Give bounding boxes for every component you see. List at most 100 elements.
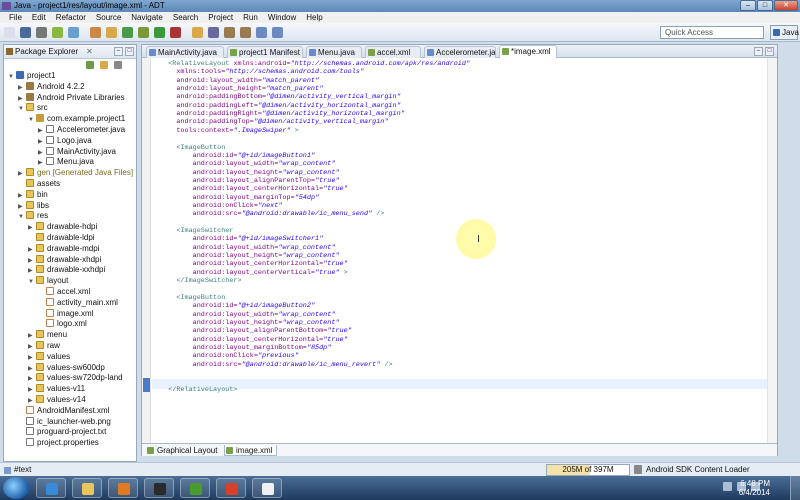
save-icon[interactable] bbox=[20, 27, 31, 38]
expand-toggle-icon[interactable]: ▶ bbox=[38, 126, 46, 136]
expand-toggle-icon[interactable]: ▶ bbox=[18, 83, 26, 93]
tree-item[interactable]: ▶ drawable-hdpi bbox=[28, 222, 97, 232]
tree-item[interactable]: drawable-ldpi bbox=[28, 233, 95, 243]
expand-toggle-icon[interactable]: ▶ bbox=[28, 245, 36, 255]
expand-toggle-icon[interactable]: ▶ bbox=[18, 202, 26, 212]
forward-icon[interactable] bbox=[272, 27, 283, 38]
close-view-icon[interactable]: ✕ bbox=[86, 47, 93, 56]
editor-tab[interactable]: *image.xml bbox=[499, 45, 557, 58]
expand-toggle-icon[interactable]: ▶ bbox=[28, 223, 36, 233]
tree-item[interactable]: ▶ gen [Generated Java Files] bbox=[18, 168, 133, 178]
debug-icon[interactable] bbox=[138, 27, 149, 38]
expand-toggle-icon[interactable]: ▶ bbox=[28, 374, 36, 384]
menu-run[interactable]: Run bbox=[238, 12, 263, 23]
run-icon[interactable] bbox=[154, 27, 165, 38]
tree-item[interactable]: ▶ MainActivity.java bbox=[38, 146, 116, 157]
taskbar-app-button[interactable] bbox=[36, 478, 66, 498]
expand-toggle-icon[interactable]: ▼ bbox=[28, 277, 36, 287]
tree-item[interactable]: ▶ values-sw600dp bbox=[28, 362, 105, 374]
tree-item[interactable]: ▶ menu bbox=[28, 330, 67, 340]
garbage-collect-icon[interactable] bbox=[634, 465, 642, 474]
tree-item[interactable]: ic_launcher-web.png bbox=[18, 416, 111, 427]
tree-item[interactable]: ▶ values bbox=[28, 351, 70, 362]
tree-item[interactable]: ▼ project1 bbox=[8, 71, 55, 81]
expand-toggle-icon[interactable]: ▶ bbox=[28, 364, 36, 374]
tree-item[interactable]: ▼ res bbox=[18, 211, 48, 221]
tree-item[interactable]: ▼ layout bbox=[28, 276, 68, 286]
tree-item[interactable]: accel.xml bbox=[38, 287, 90, 297]
xml-code-view[interactable]: <RelativeLayout xmlns:android="http://sc… bbox=[160, 60, 760, 445]
tree-item[interactable]: ▶ values-sw720dp-land bbox=[28, 373, 123, 383]
menu-navigate[interactable]: Navigate bbox=[126, 12, 168, 23]
tab-xml-source[interactable]: image.xml bbox=[224, 445, 278, 456]
new-class-icon[interactable] bbox=[122, 27, 133, 38]
minimize-button[interactable]: – bbox=[740, 0, 756, 11]
tree-item[interactable]: ▶ values-v14 bbox=[28, 395, 86, 405]
tree-item[interactable]: AndroidManifest.xml bbox=[18, 405, 109, 416]
expand-toggle-icon[interactable]: ▶ bbox=[28, 385, 36, 395]
tree-item[interactable]: ▶ Menu.java bbox=[38, 157, 94, 167]
editor-tab[interactable]: MainActivity.java bbox=[146, 46, 224, 58]
collapse-all-icon[interactable] bbox=[86, 61, 94, 69]
close-button[interactable]: ✕ bbox=[774, 0, 798, 11]
tray-flag-icon[interactable] bbox=[723, 482, 732, 491]
menu-source[interactable]: Source bbox=[91, 12, 126, 23]
editor-tab[interactable]: accel.xml bbox=[365, 46, 421, 58]
tree-item[interactable]: assets bbox=[18, 179, 60, 189]
menu-help[interactable]: Help bbox=[301, 12, 327, 23]
tree-item[interactable]: activity_main.xml bbox=[38, 297, 118, 308]
expand-toggle-icon[interactable]: ▶ bbox=[28, 331, 36, 341]
editor-tab[interactable]: Accelerometer.java bbox=[424, 46, 496, 58]
expand-toggle-icon[interactable]: ▶ bbox=[38, 137, 46, 147]
taskbar-app-button[interactable] bbox=[216, 478, 246, 498]
tree-item[interactable]: ▶ Accelerometer.java bbox=[38, 125, 125, 135]
expand-toggle-icon[interactable]: ▶ bbox=[28, 266, 36, 276]
tree-item[interactable]: ▶ drawable-mdpi bbox=[28, 243, 99, 255]
taskbar-app-button[interactable] bbox=[72, 478, 102, 498]
avd-icon[interactable] bbox=[68, 27, 79, 38]
tree-item[interactable]: proguard-project.txt bbox=[18, 427, 106, 437]
java-perspective-button[interactable]: Java bbox=[770, 25, 799, 40]
expand-toggle-icon[interactable]: ▶ bbox=[18, 191, 26, 201]
taskbar-app-button[interactable] bbox=[180, 478, 210, 498]
tree-item[interactable]: ▶ bin bbox=[18, 189, 48, 201]
open-type-icon[interactable] bbox=[192, 27, 203, 38]
heap-status[interactable]: 205M of 397M bbox=[546, 464, 630, 476]
taskbar-app-button[interactable] bbox=[252, 478, 282, 498]
maximize-view-button[interactable]: □ bbox=[125, 47, 134, 56]
view-menu-icon[interactable] bbox=[114, 61, 122, 69]
editor-tab[interactable]: Menu.java bbox=[306, 46, 362, 58]
minimize-editor-button[interactable]: – bbox=[754, 47, 763, 56]
tree-item[interactable]: logo.xml bbox=[38, 319, 87, 329]
maximize-button[interactable]: □ bbox=[757, 0, 773, 11]
taskbar-clock[interactable]: 6:48 PM 6/4/2014 bbox=[739, 479, 770, 497]
taskbar-app-button[interactable] bbox=[144, 478, 174, 498]
search-icon[interactable] bbox=[208, 27, 219, 38]
show-desktop-button[interactable] bbox=[790, 476, 800, 500]
new-icon[interactable] bbox=[4, 27, 15, 38]
link-editor-icon[interactable] bbox=[100, 61, 108, 69]
lint-icon[interactable] bbox=[90, 27, 101, 38]
expand-toggle-icon[interactable]: ▶ bbox=[38, 158, 46, 168]
next-annotation-icon[interactable] bbox=[224, 27, 235, 38]
maximize-editor-button[interactable]: □ bbox=[765, 47, 774, 56]
quick-access-input[interactable]: Quick Access bbox=[660, 26, 764, 39]
tree-item[interactable]: project.properties bbox=[18, 438, 99, 448]
menu-edit[interactable]: Edit bbox=[27, 12, 51, 23]
start-button[interactable] bbox=[3, 477, 29, 499]
tree-item[interactable]: ▶ drawable-xhdpi bbox=[28, 254, 101, 266]
tree-item[interactable]: ▶ Logo.java bbox=[38, 135, 92, 147]
menu-search[interactable]: Search bbox=[168, 12, 203, 23]
tab-graphical-layout[interactable]: Graphical Layout bbox=[146, 445, 217, 456]
tree-item[interactable]: ▶ drawable-xxhdpi bbox=[28, 265, 105, 275]
menu-window[interactable]: Window bbox=[263, 12, 301, 23]
minimize-view-button[interactable]: – bbox=[114, 47, 123, 56]
new-project-icon[interactable] bbox=[106, 27, 117, 38]
expand-toggle-icon[interactable]: ▶ bbox=[28, 256, 36, 266]
expand-toggle-icon[interactable]: ▼ bbox=[8, 72, 16, 82]
taskbar-app-button[interactable] bbox=[108, 478, 138, 498]
tree-item[interactable]: image.xml bbox=[38, 308, 93, 319]
expand-toggle-icon[interactable]: ▼ bbox=[28, 115, 36, 125]
android-sdk-icon[interactable] bbox=[52, 27, 63, 38]
menu-refactor[interactable]: Refactor bbox=[51, 12, 91, 23]
